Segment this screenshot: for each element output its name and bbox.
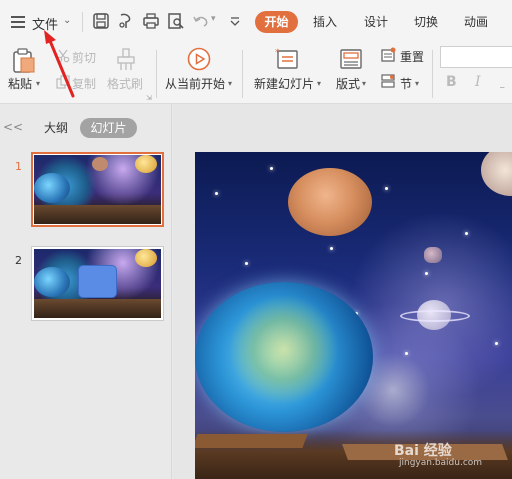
save-icon[interactable]: [92, 12, 110, 30]
divider: [156, 50, 157, 98]
divider: [242, 50, 243, 98]
planet-ring: [400, 310, 470, 322]
clipboard-launcher-icon[interactable]: ⇲: [146, 94, 152, 102]
tab-insert[interactable]: 插入: [307, 11, 343, 33]
section-icon[interactable]: [380, 73, 396, 89]
font-name-box[interactable]: [440, 46, 512, 68]
planet-pale: [481, 152, 512, 196]
collapse-panel-button[interactable]: <<: [3, 120, 23, 134]
slide-panel: << 大纲 幻灯片 1 2: [0, 104, 172, 479]
slide-number: 2: [15, 254, 22, 267]
new-slide-icon[interactable]: *: [274, 47, 300, 71]
layout-dropdown-icon[interactable]: ▾: [362, 79, 366, 88]
layout-button[interactable]: 版式: [336, 75, 360, 92]
planet-brown: [288, 168, 372, 236]
format-painter-icon[interactable]: [115, 48, 137, 72]
tab-slides[interactable]: 幻灯片: [80, 118, 137, 138]
undo-icon[interactable]: [192, 12, 210, 30]
section-button[interactable]: 节: [400, 75, 412, 92]
format-painter-button[interactable]: 格式刷: [107, 75, 143, 92]
layout-icon[interactable]: [339, 47, 363, 71]
italic-button[interactable]: I: [475, 74, 481, 90]
slide-main[interactable]: Bai 经验 jingyan.baidu.com: [195, 152, 512, 479]
annotation-arrow: [44, 30, 75, 98]
svg-text:*: *: [275, 48, 280, 58]
watermark-url: jingyan.baidu.com: [399, 458, 483, 468]
print-preview-icon[interactable]: [167, 12, 185, 30]
slide-number: 1: [15, 160, 22, 173]
slide-editor-canvas[interactable]: Bai 经验 jingyan.baidu.com: [173, 104, 512, 479]
hamburger-icon[interactable]: [11, 16, 25, 28]
tab-animation[interactable]: 动画: [458, 11, 494, 33]
asteroid: [424, 247, 442, 263]
table-top: [195, 434, 308, 448]
chevron-down-icon[interactable]: ⌄: [63, 15, 71, 26]
wps-presentation-window: 文件 ⌄ ▾ 开始 插入 设计 切换 动画 粘贴 ▾ 剪切 复制 格式刷 ⇲ 从…: [0, 0, 512, 479]
play-dropdown-icon[interactable]: ▾: [228, 79, 232, 88]
new-slide-dropdown-icon[interactable]: ▾: [317, 79, 321, 88]
undo-dropdown-icon[interactable]: ▾: [211, 14, 216, 24]
bold-button[interactable]: B: [446, 74, 457, 90]
underline-button[interactable]: [500, 74, 504, 90]
slide-thumbnail-image: [34, 249, 161, 318]
play-from-current-icon[interactable]: [187, 47, 211, 71]
tab-design[interactable]: 设计: [358, 11, 394, 33]
customize-toolbar-icon[interactable]: [229, 16, 241, 26]
selected-shape: [78, 265, 117, 298]
new-slide-button[interactable]: 新建幻灯片: [254, 75, 314, 92]
watermark-text: Bai 经验: [394, 443, 452, 459]
paste-icon[interactable]: [12, 48, 36, 74]
print-icon[interactable]: [142, 12, 160, 30]
tab-outline[interactable]: 大纲: [36, 118, 76, 138]
divider: [432, 50, 433, 98]
planet-earth: [195, 282, 373, 432]
slide-thumbnail-1[interactable]: [31, 152, 164, 227]
tab-home[interactable]: 开始: [255, 11, 298, 33]
play-from-current-button[interactable]: 从当前开始: [165, 75, 225, 92]
divider: [82, 12, 83, 32]
section-dropdown-icon[interactable]: ▾: [415, 79, 419, 88]
paste-button[interactable]: 粘贴: [8, 75, 32, 92]
slide-thumbnail-image: [34, 155, 161, 224]
reset-button[interactable]: 重置: [400, 48, 424, 65]
reset-icon[interactable]: [380, 47, 396, 63]
slide-thumbnail-2[interactable]: [31, 246, 164, 321]
tab-transition[interactable]: 切换: [408, 11, 444, 33]
export-pdf-icon[interactable]: [117, 12, 135, 30]
